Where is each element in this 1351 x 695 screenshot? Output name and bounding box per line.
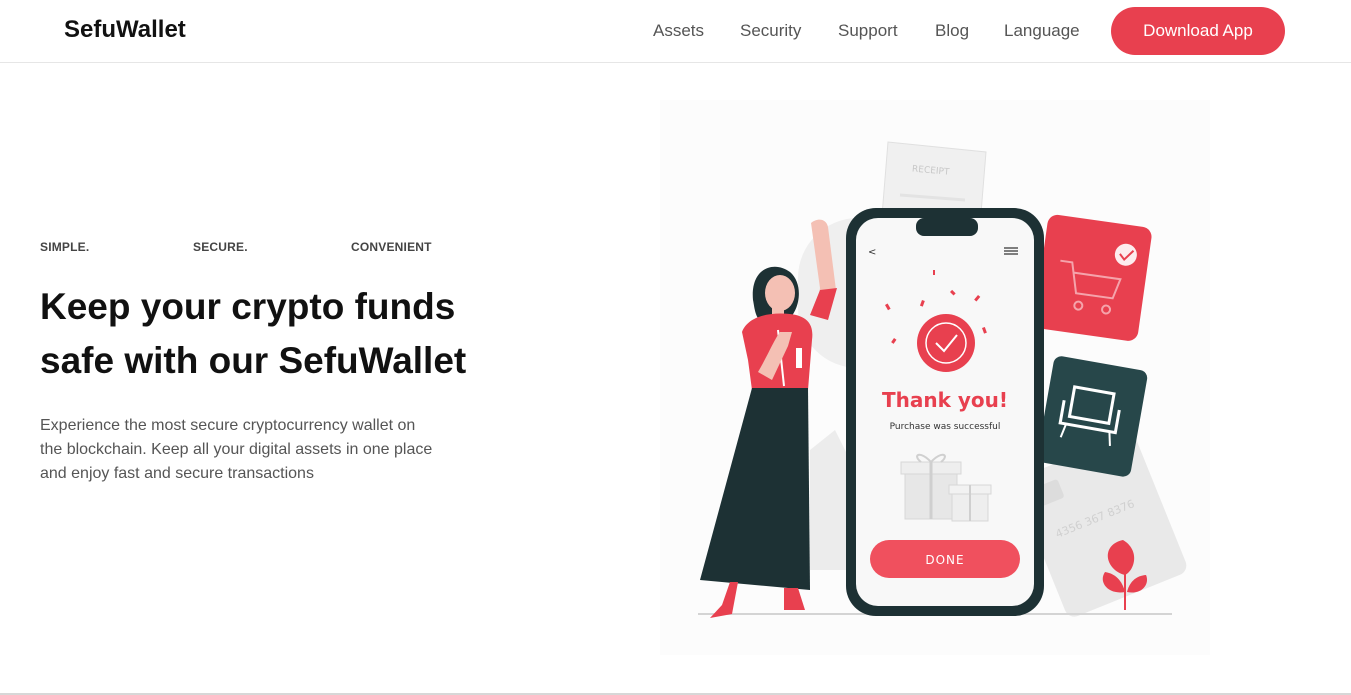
tag-convenient: CONVENIENT xyxy=(351,240,432,254)
phone-purchase-illustration: RECEIPT 4356 367 8376 < Thank you! Purch… xyxy=(698,141,1187,618)
thank-you-title: Thank you! xyxy=(882,388,1008,412)
back-arrow-icon: < xyxy=(868,247,876,258)
shopping-cart-card xyxy=(1034,214,1152,341)
download-app-button[interactable]: Download App xyxy=(1111,7,1285,55)
armchair-card xyxy=(1037,356,1148,477)
phone-mockup: < Thank you! Purchase was successful DON… xyxy=(846,208,1044,616)
headline-line-1: Keep your crypto funds xyxy=(40,286,456,327)
purchase-success-text: Purchase was successful xyxy=(890,422,1001,432)
top-navbar: SefuWallet Assets Security Support Blog … xyxy=(0,0,1351,63)
tag-simple: SIMPLE. xyxy=(40,240,90,254)
headline-line-2: safe with our SefuWallet xyxy=(40,340,467,381)
hero-headline: Keep your crypto funds safe with our Sef… xyxy=(40,280,520,388)
hero-description: Experience the most secure cryptocurrenc… xyxy=(40,417,433,482)
tag-secure: SECURE. xyxy=(193,240,248,254)
nav-link-language[interactable]: Language xyxy=(1004,21,1080,41)
success-check-icon xyxy=(917,314,975,372)
brand-logo[interactable]: SefuWallet xyxy=(64,16,186,44)
hero-illustration: RECEIPT 4356 367 8376 < Thank you! Purch… xyxy=(660,100,1210,655)
done-button-label: DONE xyxy=(925,553,964,567)
nav-link-assets[interactable]: Assets xyxy=(653,21,704,41)
nav-link-blog[interactable]: Blog xyxy=(935,21,969,41)
nav-link-support[interactable]: Support xyxy=(838,21,898,41)
nav-link-security[interactable]: Security xyxy=(740,21,801,41)
